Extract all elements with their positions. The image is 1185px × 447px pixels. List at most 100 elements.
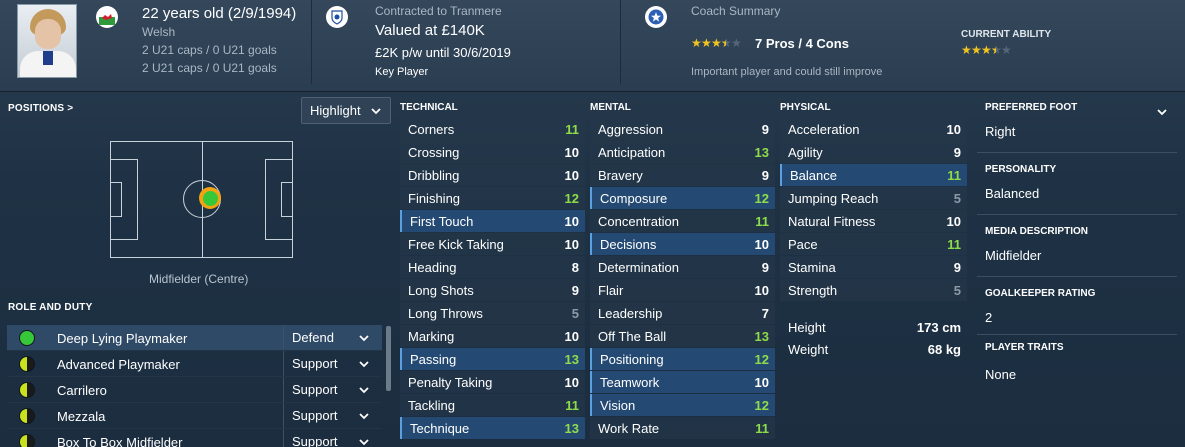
- attribute-value: 10: [564, 145, 579, 160]
- pros-cons[interactable]: 7 Pros / 4 Cons: [755, 36, 849, 51]
- attribute-row[interactable]: Crossing 10: [400, 141, 585, 163]
- attribute-value: 12: [754, 352, 769, 367]
- attribute-row[interactable]: Decisions 10: [590, 233, 775, 255]
- club-crest-icon[interactable]: [326, 6, 348, 28]
- attribute-row[interactable]: Tackling 11: [400, 394, 585, 416]
- duty-value: Support: [292, 408, 338, 423]
- attribute-row[interactable]: Balance 11: [780, 164, 967, 186]
- attribute-value: 13: [564, 421, 579, 436]
- attribute-row[interactable]: Bravery 9: [590, 164, 775, 186]
- attribute-row[interactable]: Composure 12: [590, 187, 775, 209]
- attribute-name: Stamina: [788, 260, 836, 275]
- star-icon: ★: [711, 36, 722, 50]
- duty-value: Support: [292, 434, 338, 447]
- attribute-name: Decisions: [600, 237, 657, 252]
- attribute-row[interactable]: Anticipation 13: [590, 141, 775, 163]
- chevron-down-icon: [359, 413, 369, 420]
- attribute-value: 8: [571, 260, 579, 275]
- highlight-dropdown-value: Highlight: [310, 103, 361, 118]
- current-ability-label: CURRENT ABILITY: [961, 29, 1052, 40]
- attribute-name: Passing: [410, 352, 457, 367]
- goalkeeper-rating-value: 2: [985, 310, 993, 325]
- role-list-scrollbar[interactable]: [386, 326, 391, 391]
- chevron-down-icon[interactable]: [1156, 106, 1168, 118]
- attribute-value: 5: [571, 306, 579, 321]
- attribute-row[interactable]: Determination 9: [590, 256, 775, 278]
- attribute-row[interactable]: Aggression 9: [590, 118, 775, 140]
- attribute-row[interactable]: Corners 11: [400, 118, 585, 140]
- attribute-row[interactable]: Long Throws 5: [400, 302, 585, 324]
- attribute-row[interactable]: Leadership 7: [590, 302, 775, 324]
- duty-dropdown[interactable]: Defend: [283, 325, 380, 350]
- player-value: Valued at £140K: [375, 22, 485, 39]
- attribute-row[interactable]: Marking 10: [400, 325, 585, 347]
- attribute-value: 10: [564, 168, 579, 183]
- player-photo[interactable]: [17, 4, 77, 78]
- role-row[interactable]: Mezzala Support: [7, 403, 382, 429]
- attribute-row[interactable]: Free Kick Taking 10: [400, 233, 585, 255]
- attribute-name: Acceleration: [788, 122, 860, 137]
- attribute-value: 9: [571, 283, 579, 298]
- attribute-row[interactable]: Long Shots 9: [400, 279, 585, 301]
- attribute-row[interactable]: Concentration 11: [590, 210, 775, 232]
- role-name: Deep Lying Playmaker: [57, 331, 188, 346]
- attribute-value: 10: [564, 375, 579, 390]
- attribute-row[interactable]: Stamina 9: [780, 256, 967, 278]
- attribute-value: 10: [564, 329, 579, 344]
- attribute-name: First Touch: [410, 214, 474, 229]
- attribute-row[interactable]: Acceleration 10: [780, 118, 967, 140]
- attribute-row[interactable]: Flair 10: [590, 279, 775, 301]
- empty-star-icon: ★: [731, 36, 742, 50]
- player-nationality[interactable]: Welsh: [142, 25, 175, 39]
- attribute-row[interactable]: Vision 12: [590, 394, 775, 416]
- attribute-row[interactable]: Agility 9: [780, 141, 967, 163]
- attribute-value: 7: [761, 306, 769, 321]
- role-row[interactable]: Carrilero Support: [7, 377, 382, 403]
- player-traits-value: None: [985, 367, 1017, 382]
- attribute-row[interactable]: Technique 13: [400, 417, 585, 439]
- attribute-row[interactable]: Off The Ball 13: [590, 325, 775, 347]
- chevron-down-icon: [359, 387, 369, 394]
- highlight-dropdown[interactable]: Highlight: [301, 97, 391, 124]
- attribute-row[interactable]: Passing 13: [400, 348, 585, 370]
- attribute-name: Natural Fitness: [788, 214, 876, 229]
- attribute-row[interactable]: Teamwork 10: [590, 371, 775, 393]
- attribute-row[interactable]: Dribbling 10: [400, 164, 585, 186]
- attribute-row[interactable]: Penalty Taking 10: [400, 371, 585, 393]
- attribute-value: 10: [754, 237, 769, 252]
- role-row[interactable]: Advanced Playmaker Support: [7, 351, 382, 377]
- technical-attributes: Corners 11 Crossing 10 Dribbling 10 Finishing 1…: [400, 118, 585, 440]
- duty-dropdown[interactable]: Support: [283, 351, 380, 376]
- attribute-value: 12: [754, 191, 769, 206]
- duty-dropdown[interactable]: Support: [283, 403, 380, 428]
- half-star-icon: ★: [721, 37, 732, 49]
- mental-attributes: Aggression 9 Anticipation 13 Bravery 9 Composu…: [590, 118, 775, 440]
- attribute-row[interactable]: Heading 8: [400, 256, 585, 278]
- coach-summary-label[interactable]: Coach Summary: [691, 4, 780, 18]
- attribute-row[interactable]: Positioning 12: [590, 348, 775, 370]
- attribute-name: Bravery: [598, 168, 643, 183]
- attribute-row[interactable]: Strength 5: [780, 279, 967, 301]
- attribute-row[interactable]: Natural Fitness 10: [780, 210, 967, 232]
- duty-value: Support: [292, 382, 338, 397]
- attribute-row[interactable]: Finishing 12: [400, 187, 585, 209]
- role-name: Mezzala: [57, 409, 106, 424]
- role-row[interactable]: Box To Box Midfielder Support: [7, 429, 382, 447]
- duty-dropdown[interactable]: Support: [283, 429, 380, 447]
- attribute-name: Vision: [600, 398, 636, 413]
- attribute-row[interactable]: Work Rate 11: [590, 417, 775, 439]
- role-row[interactable]: Deep Lying Playmaker Defend: [7, 325, 382, 351]
- wales-flag-icon[interactable]: [96, 6, 118, 28]
- attribute-value: 5: [953, 283, 961, 298]
- attribute-row[interactable]: Pace 11: [780, 233, 967, 255]
- position-marker-mc[interactable]: [199, 187, 221, 209]
- preferred-foot-label: PREFERRED FOOT: [985, 102, 1078, 113]
- attribute-value: 13: [754, 145, 769, 160]
- attribute-row[interactable]: First Touch 10: [400, 210, 585, 232]
- attribute-row[interactable]: Jumping Reach 5: [780, 187, 967, 209]
- positions-heading[interactable]: POSITIONS >: [8, 103, 73, 114]
- coach-star-icon[interactable]: [645, 6, 667, 28]
- duty-dropdown[interactable]: Support: [283, 377, 380, 402]
- contract-label[interactable]: Contracted to Tranmere: [375, 4, 502, 18]
- chevron-down-icon: [359, 335, 369, 342]
